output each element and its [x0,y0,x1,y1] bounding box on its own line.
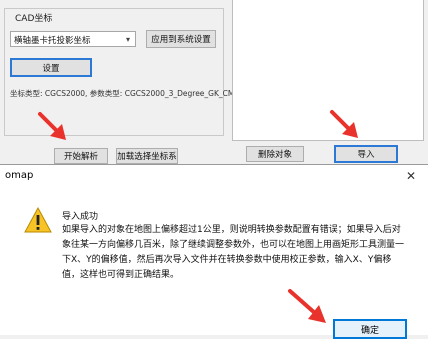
chevron-down-icon[interactable]: ▾ [121,32,135,46]
background-window: CAD坐标 横轴墨卡托投影坐标 ▾ 应用到系统设置 设置 坐标类型: CGCS2… [0,0,428,165]
delete-object-button[interactable]: 删除对象 [246,146,304,162]
dialog-title: omap [5,170,34,181]
dialog-titlebar: omap ✕ [0,165,428,187]
start-parse-button[interactable]: 开始解析 [54,148,108,164]
coordinate-info-text: 坐标类型: CGCS2000, 参数类型: CGCS2000_3_Degree_… [10,89,258,98]
import-button[interactable]: 导入 [334,145,398,163]
add-coordinate-system-button[interactable]: 加载选择坐标系 [116,148,178,164]
message-title: 导入成功 [62,212,99,222]
red-arrow-annotation [38,112,66,140]
group-title: CAD坐标 [13,11,55,24]
message-body: 如果导入的对象在地图上偏移超过1公里，则说明转换参数配置有错误；如果导入后对象往… [62,225,405,280]
settings-button[interactable]: 设置 [10,58,92,77]
message-dialog: omap ✕ 导入成功 如果导入的对象在地图上偏移超过1公里，则说明转换参数配置… [0,164,428,339]
ok-button[interactable]: 确定 [333,319,407,339]
warning-icon [24,207,52,233]
red-arrow-annotation [330,110,358,138]
close-icon[interactable]: ✕ [400,168,422,184]
apply-to-settings-button[interactable]: 应用到系统设置 [146,30,216,48]
dialog-body: 导入成功 如果导入的对象在地图上偏移超过1公里，则说明转换参数配置有错误；如果导… [0,187,428,335]
projection-select-value: 横轴墨卡托投影坐标 [14,36,91,46]
red-arrow-annotation [288,289,326,323]
projection-select[interactable]: 横轴墨卡托投影坐标 ▾ [10,31,136,47]
